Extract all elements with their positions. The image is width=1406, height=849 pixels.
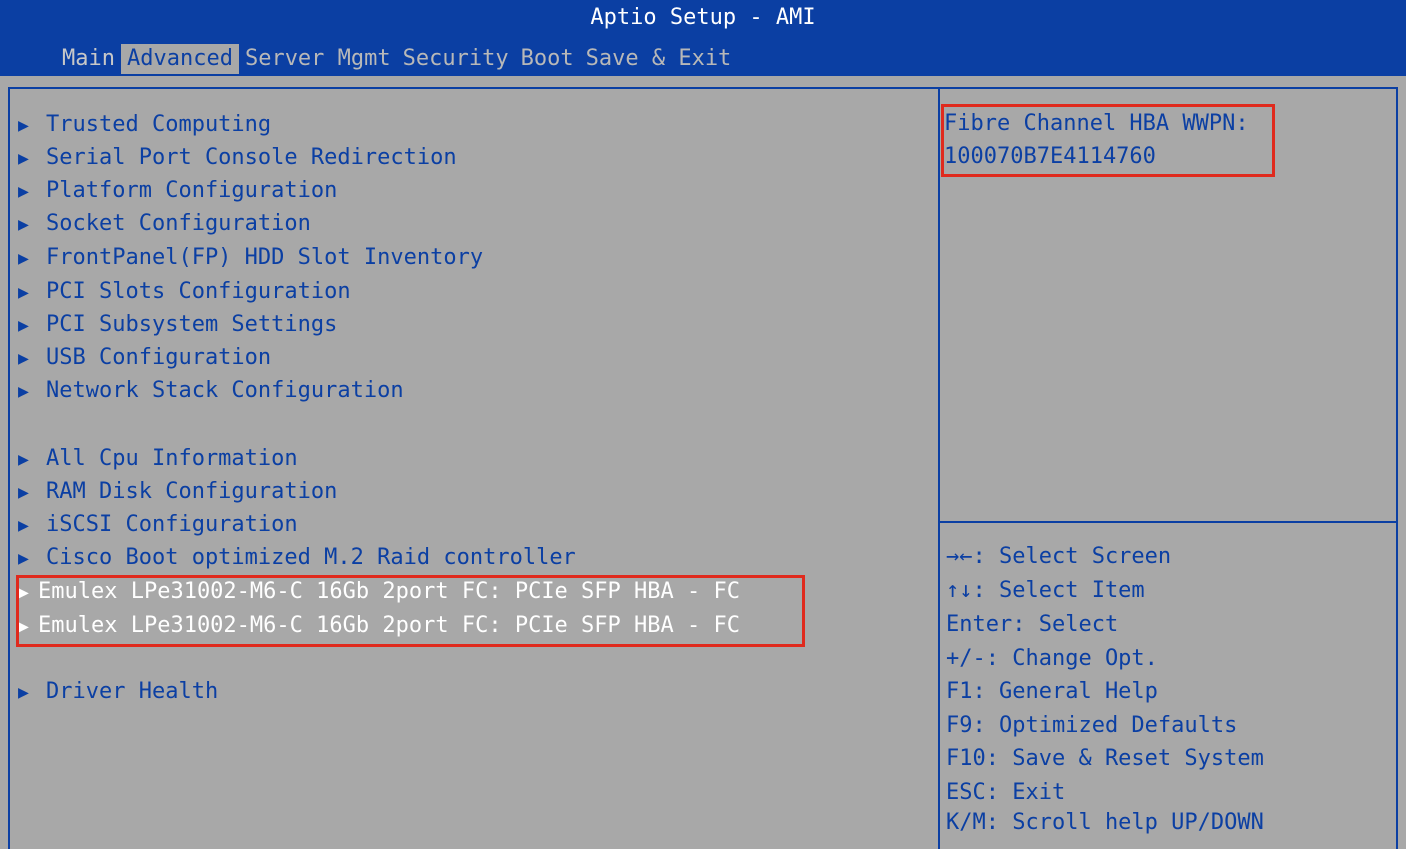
menu-item-label: Driver Health	[46, 679, 219, 704]
menu-item-usb-configuration[interactable]: ▶ USB Configuration	[18, 342, 271, 374]
tab-boot[interactable]: Boot	[515, 44, 580, 74]
submenu-arrow-icon: ▶	[18, 214, 29, 235]
submenu-arrow-icon: ▶	[18, 682, 29, 703]
emulex-highlight-box	[16, 575, 805, 647]
submenu-arrow-icon: ▶	[18, 282, 29, 303]
menu-item-driver-health[interactable]: ▶ Driver Health	[18, 676, 218, 708]
menu-item-pci-slots-configuration[interactable]: ▶ PCI Slots Configuration	[18, 276, 351, 308]
menu-item-network-stack-configuration[interactable]: ▶ Network Stack Configuration	[18, 375, 404, 407]
submenu-arrow-icon: ▶	[18, 348, 29, 369]
menu-item-cisco-boot-m2-raid[interactable]: ▶ Cisco Boot optimized M.2 Raid controlle…	[18, 542, 576, 574]
menu-item-label: Socket Configuration	[46, 211, 311, 236]
menu-item-ram-disk-configuration[interactable]: ▶ RAM Disk Configuration	[18, 476, 337, 508]
key-help-f10: F10: Save & Reset System	[946, 746, 1264, 771]
app-title: Aptio Setup - AMI	[590, 5, 816, 30]
menu-item-label: All Cpu Information	[46, 446, 298, 471]
key-help-change-opt: +/-: Change Opt.	[946, 646, 1158, 671]
menu-item-label: PCI Subsystem Settings	[46, 312, 338, 337]
menu-item-label: Serial Port Console Redirection	[46, 145, 457, 170]
menu-item-serial-port-console-redirection[interactable]: ▶ Serial Port Console Redirection	[18, 142, 457, 174]
menu-item-label: RAM Disk Configuration	[46, 479, 338, 504]
key-help-select-item: ↑↓: Select Item	[946, 578, 1145, 603]
submenu-arrow-icon: ▶	[18, 482, 29, 503]
menu-item-label: PCI Slots Configuration	[46, 279, 351, 304]
menu-item-label: Network Stack Configuration	[46, 378, 404, 403]
menu-item-platform-configuration[interactable]: ▶ Platform Configuration	[18, 175, 337, 207]
submenu-arrow-icon: ▶	[18, 115, 29, 136]
menu-item-pci-subsystem-settings[interactable]: ▶ PCI Subsystem Settings	[18, 309, 337, 341]
menu-item-label: Platform Configuration	[46, 178, 338, 203]
submenu-arrow-icon: ▶	[18, 515, 29, 536]
key-help-esc: ESC: Exit	[946, 780, 1066, 805]
menu-item-iscsi-configuration[interactable]: ▶ iSCSI Configuration	[18, 509, 298, 541]
submenu-arrow-icon: ▶	[18, 315, 29, 336]
menu-item-label: USB Configuration	[46, 345, 272, 370]
help-wwpn-label: Fibre Channel HBA WWPN:	[944, 111, 1249, 136]
key-help-select-screen: →←: Select Screen	[946, 544, 1172, 569]
key-help-scroll: K/M: Scroll help UP/DOWN	[946, 810, 1264, 835]
submenu-arrow-icon: ▶	[18, 181, 29, 202]
tab-server-mgmt[interactable]: Server Mgmt	[239, 44, 397, 74]
submenu-arrow-icon: ▶	[18, 148, 29, 169]
title-bar: Aptio Setup - AMI Main Advanced Server M…	[0, 0, 1406, 76]
key-help-f9: F9: Optimized Defaults	[946, 713, 1238, 738]
menu-item-all-cpu-information[interactable]: ▶ All Cpu Information	[18, 443, 298, 475]
tab-main[interactable]: Main	[56, 44, 121, 74]
key-help-enter: Enter: Select	[946, 612, 1119, 637]
menu-item-trusted-computing[interactable]: ▶ Trusted Computing	[18, 109, 271, 141]
tab-save-exit[interactable]: Save & Exit	[580, 44, 738, 74]
submenu-arrow-icon: ▶	[18, 449, 29, 470]
help-divider	[940, 521, 1396, 523]
menu-item-label: iSCSI Configuration	[46, 512, 298, 537]
submenu-arrow-icon: ▶	[18, 248, 29, 269]
menu-item-label: FrontPanel(FP) HDD Slot Inventory	[46, 245, 484, 270]
menu-item-frontpanel-hdd-slot-inventory[interactable]: ▶ FrontPanel(FP) HDD Slot Inventory	[18, 242, 483, 274]
menu-item-socket-configuration[interactable]: ▶ Socket Configuration	[18, 208, 311, 240]
help-wwpn-value: 100070B7E4114760	[944, 144, 1156, 169]
menu-item-label: Trusted Computing	[46, 112, 272, 137]
key-help-f1: F1: General Help	[946, 679, 1158, 704]
tab-security[interactable]: Security	[397, 44, 515, 74]
submenu-arrow-icon: ▶	[18, 548, 29, 569]
tab-bar: Main Advanced Server Mgmt Security Boot …	[56, 44, 737, 74]
submenu-arrow-icon: ▶	[18, 381, 29, 402]
tab-advanced[interactable]: Advanced	[120, 44, 239, 74]
menu-item-label: Cisco Boot optimized M.2 Raid controller	[46, 545, 576, 570]
